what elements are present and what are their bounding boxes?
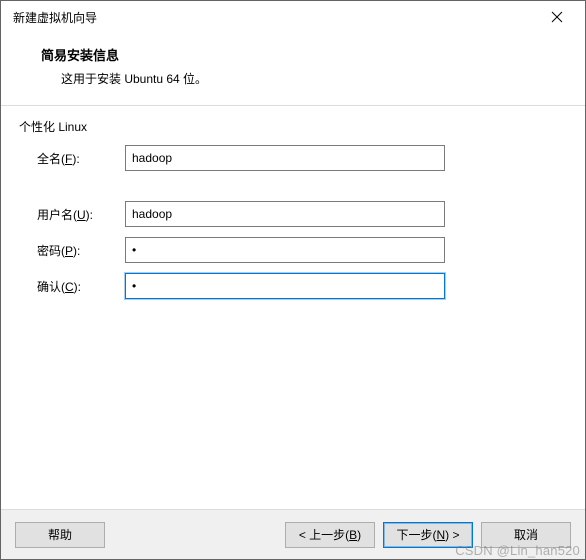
cancel-button[interactable]: 取消 (481, 522, 571, 548)
fullname-row: 全名(F): (17, 145, 569, 171)
help-button[interactable]: 帮助 (15, 522, 105, 548)
username-label: 用户名(U): (17, 206, 125, 223)
password-row: 密码(P): (17, 237, 569, 263)
label-text: ): (74, 280, 81, 294)
window-title: 新建虚拟机向导 (13, 9, 97, 26)
label-text: < 上一步( (299, 526, 349, 543)
label-hotkey: N (436, 528, 445, 542)
label-text: ) > (445, 528, 459, 542)
confirm-row: 确认(C): (17, 273, 569, 299)
next-button[interactable]: 下一步(N) > (383, 522, 473, 548)
button-bar: 帮助 < 上一步(B) 下一步(N) > 取消 (1, 509, 585, 559)
label-text: ): (73, 244, 80, 258)
label-text: 全名( (37, 152, 65, 166)
label-text: ): (72, 152, 79, 166)
wizard-header: 简易安装信息 这用于安装 Ubuntu 64 位。 (1, 33, 585, 105)
label-hotkey: B (349, 528, 357, 542)
confirm-label: 确认(C): (17, 278, 125, 295)
label-text: ): (86, 208, 93, 222)
fullname-input[interactable] (125, 145, 445, 171)
back-button[interactable]: < 上一步(B) (285, 522, 375, 548)
password-label: 密码(P): (17, 242, 125, 259)
label-text: 用户名( (37, 208, 77, 222)
password-input[interactable] (125, 237, 445, 263)
titlebar: 新建虚拟机向导 (1, 1, 585, 33)
label-text: 下一步( (396, 526, 436, 543)
label-hotkey: U (77, 208, 86, 222)
label-hotkey: C (65, 280, 74, 294)
wizard-dialog: 新建虚拟机向导 简易安装信息 这用于安装 Ubuntu 64 位。 个性化 Li… (0, 0, 586, 560)
close-icon (551, 11, 563, 23)
wizard-content: 个性化 Linux 全名(F): 用户名(U): 密码(P): 确认(C): (1, 106, 585, 509)
section-label: 个性化 Linux (19, 118, 569, 135)
label-hotkey: P (65, 244, 73, 258)
close-button[interactable] (537, 3, 577, 31)
label-text: 确认( (37, 280, 65, 294)
fullname-label: 全名(F): (17, 150, 125, 167)
username-input[interactable] (125, 201, 445, 227)
username-row: 用户名(U): (17, 201, 569, 227)
confirm-input[interactable] (125, 273, 445, 299)
header-title: 简易安装信息 (41, 45, 565, 64)
label-text: ) (357, 528, 361, 542)
header-subtitle: 这用于安装 Ubuntu 64 位。 (41, 70, 565, 87)
label-text: 密码( (37, 244, 65, 258)
